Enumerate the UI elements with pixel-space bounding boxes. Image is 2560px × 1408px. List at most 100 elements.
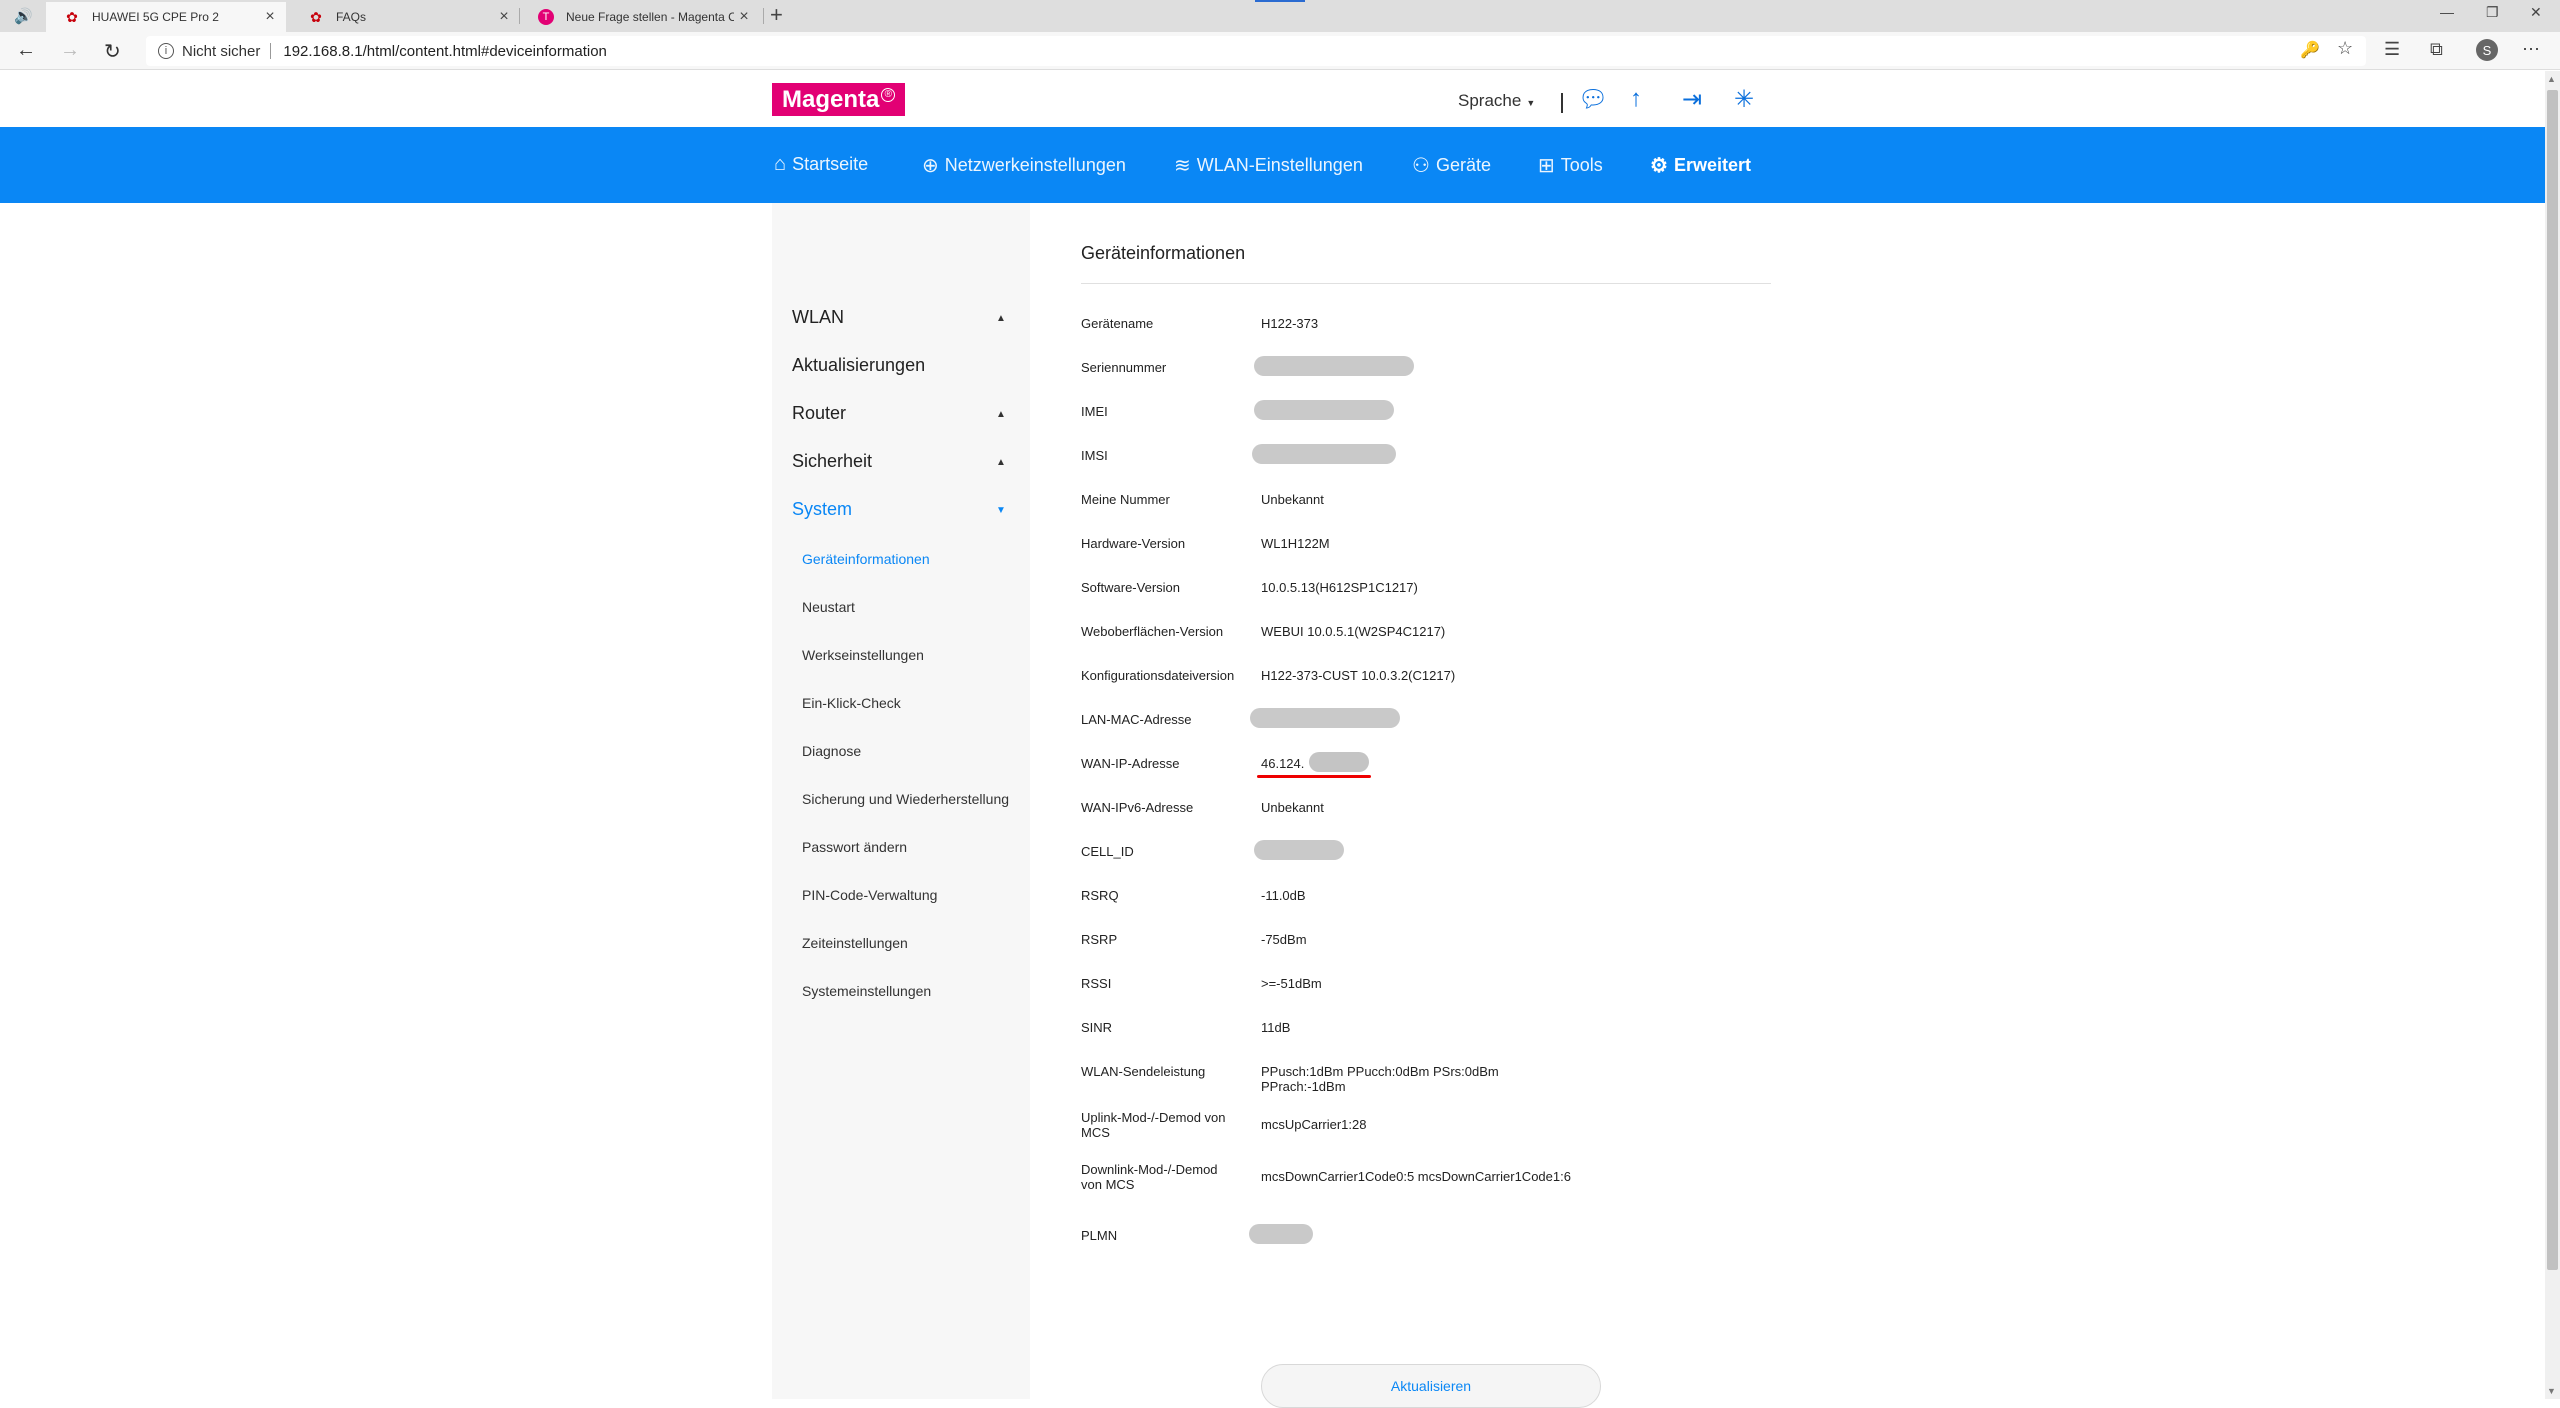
- value-uplink-mcs: mcsUpCarrier1:28: [1261, 1117, 1367, 1132]
- scroll-up-icon[interactable]: ▲: [2547, 74, 2556, 84]
- red-annotation-underline: [1257, 775, 1371, 778]
- label-rsrp: RSRP: [1081, 932, 1118, 947]
- reload-icon[interactable]: ↻: [104, 39, 121, 64]
- nav-erweitert[interactable]: ⚙ Erweitert: [1650, 153, 1751, 178]
- sidebar-sub-pin-code[interactable]: PIN-Code-Verwaltung: [802, 887, 937, 903]
- home-icon: ⌂: [774, 153, 787, 175]
- star-icon[interactable]: ☆: [2337, 38, 2353, 59]
- sidebar-sub-geraeteinformationen[interactable]: Geräteinformationen: [802, 551, 930, 567]
- magenta-logo[interactable]: Magenta ®: [772, 83, 906, 116]
- nav-startseite[interactable]: ⌂ Startseite: [774, 153, 868, 176]
- browser-tab-telekom[interactable]: T Neue Frage stellen - Magenta Co ×: [520, 2, 760, 32]
- value-meine-nummer: Unbekannt: [1261, 492, 1324, 507]
- sidebar-item-router[interactable]: Router: [792, 403, 846, 424]
- sidebar-item-aktualisierungen[interactable]: Aktualisierungen: [792, 355, 925, 376]
- language-dropdown[interactable]: Sprache ▼: [1458, 91, 1535, 111]
- label-lan-mac: LAN-MAC-Adresse: [1081, 712, 1192, 727]
- key-icon[interactable]: 🔑: [2300, 40, 2320, 60]
- close-window-icon[interactable]: ✕: [2530, 4, 2542, 21]
- router-page: Magenta ® Sprache ▼ 💬︎ ↑ ⇥ ✳ ⌂ Startseite…: [0, 71, 2545, 1408]
- sidebar-sub-zeiteinstellungen[interactable]: Zeiteinstellungen: [802, 935, 908, 951]
- back-icon[interactable]: ←: [16, 39, 36, 62]
- tab-close-icon[interactable]: ×: [494, 8, 514, 26]
- logout-icon[interactable]: ⇥: [1682, 85, 1702, 114]
- scroll-down-icon[interactable]: ▼: [2547, 1386, 2556, 1396]
- profile-avatar[interactable]: S: [2476, 39, 2498, 61]
- tab-close-icon[interactable]: ×: [260, 8, 280, 26]
- value-wan-ipv6: Unbekannt: [1261, 800, 1324, 815]
- sidebar-item-sicherheit[interactable]: Sicherheit: [792, 451, 872, 472]
- value-konfigurationsdateiversion: H122-373-CUST 10.0.3.2(C1217): [1261, 668, 1456, 683]
- browser-tab-strip: 🔊 ✿ HUAWEI 5G CPE Pro 2 × ✿ FAQs × T Neu…: [0, 0, 2560, 32]
- label-software-version: Software-Version: [1081, 580, 1180, 595]
- info-icon[interactable]: i: [158, 43, 174, 59]
- label-rsrq: RSRQ: [1081, 888, 1119, 903]
- label-wan-ipv6: WAN-IPv6-Adresse: [1081, 800, 1194, 815]
- label-wan-ip: WAN-IP-Adresse: [1081, 756, 1180, 771]
- new-tab-icon[interactable]: +: [770, 2, 783, 28]
- url-separator: [270, 43, 272, 59]
- label-sinr: SINR: [1081, 1020, 1113, 1035]
- huawei-icon: ✿: [310, 8, 322, 25]
- sidebar-item-system[interactable]: System: [792, 499, 852, 520]
- sidebar-sub-neustart[interactable]: Neustart: [802, 599, 855, 615]
- nav-label: WLAN-Einstellungen: [1196, 155, 1363, 175]
- label-hardware-version: Hardware-Version: [1081, 536, 1186, 551]
- nav-geraete[interactable]: ⚇ Geräte: [1412, 153, 1491, 178]
- label-downlink-mcs-line2: von MCS: [1081, 1177, 1135, 1192]
- value-rssi: >=-51dBm: [1261, 976, 1322, 991]
- browser-tab-faqs[interactable]: ✿ FAQs ×: [290, 2, 520, 32]
- sidebar-sub-werkseinstellungen[interactable]: Werkseinstellungen: [802, 647, 924, 663]
- sidebar-sub-diagnose[interactable]: Diagnose: [802, 743, 861, 759]
- collections-icon[interactable]: ⧉: [2430, 39, 2443, 60]
- refresh-button[interactable]: Aktualisieren: [1261, 1364, 1601, 1408]
- forward-icon[interactable]: →: [60, 39, 80, 62]
- tab-label: FAQs: [336, 10, 367, 24]
- devices-icon: ⚇: [1412, 155, 1430, 177]
- label-meine-nummer: Meine Nummer: [1081, 492, 1170, 507]
- sidebar-sub-systemeinstellungen[interactable]: Systemeinstellungen: [802, 983, 931, 999]
- expand-arrow-icon[interactable]: ▼: [996, 505, 1006, 516]
- language-label: Sprache: [1458, 91, 1522, 110]
- title-divider: [1081, 283, 1771, 284]
- collapse-arrow-icon[interactable]: ▲: [996, 313, 1006, 324]
- nav-label: Geräte: [1435, 155, 1491, 175]
- upload-arrow-icon[interactable]: ↑: [1630, 85, 1642, 113]
- more-icon[interactable]: ⋯: [2522, 39, 2540, 60]
- restore-icon[interactable]: ❐: [2486, 4, 2499, 21]
- value-rsrq: -11.0dB: [1261, 888, 1306, 903]
- redacted-plmn: [1249, 1224, 1313, 1244]
- nav-tools[interactable]: ⊞ Tools: [1538, 153, 1603, 178]
- value-hardware-version: WL1H122M: [1261, 536, 1330, 551]
- redacted-wan-ip: [1309, 752, 1369, 772]
- sidebar-sub-ein-klick-check[interactable]: Ein-Klick-Check: [802, 695, 901, 711]
- sidebar-item-wlan[interactable]: WLAN: [792, 307, 844, 328]
- tab-close-icon[interactable]: ×: [734, 8, 754, 26]
- nav-wlan-einstellungen[interactable]: ≋ WLAN-Einstellungen: [1174, 153, 1363, 178]
- chat-icon[interactable]: 💬︎: [1578, 85, 1608, 114]
- sidebar-sub-passwort[interactable]: Passwort ändern: [802, 839, 907, 855]
- value-sinr: 11dB: [1261, 1020, 1291, 1035]
- url-text[interactable]: 192.168.8.1/html/content.html#deviceinfo…: [283, 43, 607, 60]
- sidebar-sub-sicherung[interactable]: Sicherung und Wiederherstellung: [802, 791, 1009, 807]
- value-weboberflaechen-version: WEBUI 10.0.5.1(W2SP4C1217): [1261, 624, 1446, 639]
- label-konfigurationsdateiversion: Konfigurationsdateiversion: [1081, 668, 1235, 683]
- loading-icon[interactable]: ✳: [1734, 85, 1754, 114]
- logo-text: Magenta: [782, 85, 880, 113]
- minimize-icon[interactable]: —: [2440, 4, 2454, 20]
- scrollbar-thumb[interactable]: [2547, 90, 2558, 1270]
- collapse-arrow-icon[interactable]: ▲: [996, 409, 1006, 420]
- url-field[interactable]: i Nicht sicher 192.168.8.1/html/content.…: [146, 36, 2366, 66]
- favorites-icon[interactable]: ☰: [2384, 39, 2400, 60]
- value-geraetename: H122-373: [1261, 316, 1319, 331]
- value-wan-ip: 46.124.: [1261, 756, 1305, 771]
- globe-icon: ⊕: [922, 155, 939, 177]
- nav-netzwerkeinstellungen[interactable]: ⊕ Netzwerkeinstellungen: [922, 153, 1126, 178]
- label-imsi: IMSI: [1081, 448, 1108, 463]
- speaker-icon[interactable]: 🔊: [14, 7, 33, 25]
- browser-tab-huawei[interactable]: ✿ HUAWEI 5G CPE Pro 2 ×: [46, 2, 286, 32]
- label-geraetename: Gerätename: [1081, 316, 1154, 331]
- tab-label: HUAWEI 5G CPE Pro 2: [92, 10, 219, 24]
- drag-indicator: [1255, 0, 1305, 2]
- collapse-arrow-icon[interactable]: ▲: [996, 457, 1006, 468]
